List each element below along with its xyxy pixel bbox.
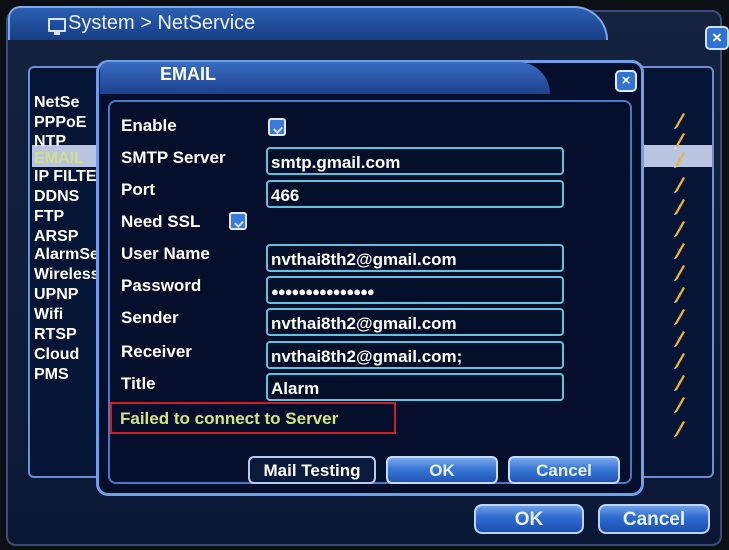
pencil-icon[interactable] <box>672 149 686 169</box>
need-ssl-checkbox[interactable] <box>229 212 247 230</box>
pencil-icon[interactable] <box>672 328 686 348</box>
smtp-server-label: SMTP Server <box>121 148 226 167</box>
title-input[interactable]: Alarm <box>266 373 564 401</box>
mail-testing-button[interactable]: Mail Testing <box>248 456 376 484</box>
receiver-input[interactable]: nvthai8th2@gmail.com; <box>266 341 564 369</box>
pencil-icon[interactable] <box>672 284 686 304</box>
title-label: Title <box>121 374 156 393</box>
receiver-label: Receiver <box>121 342 192 361</box>
ok-button[interactable]: OK <box>386 456 498 484</box>
password-label: Password <box>121 276 202 295</box>
close-icon[interactable]: × <box>615 70 637 92</box>
pencil-icon[interactable] <box>672 240 686 260</box>
pencil-icon[interactable] <box>672 110 686 130</box>
pencil-icon[interactable] <box>672 196 686 216</box>
list-header: NetSe <box>34 94 80 111</box>
pencil-icon[interactable] <box>672 218 686 238</box>
pencil-icon[interactable] <box>672 418 686 438</box>
outer-ok-button[interactable]: OK <box>474 504 584 534</box>
window-title: System > NetService <box>68 12 256 34</box>
pencil-icon[interactable] <box>672 130 686 150</box>
dialog-title: EMAIL <box>160 64 216 84</box>
username-input[interactable]: nvthai8th2@gmail.com <box>266 244 564 272</box>
close-icon[interactable]: × <box>705 26 729 50</box>
enable-label: Enable <box>121 116 177 135</box>
pencil-icon[interactable] <box>672 262 686 282</box>
pencil-icon[interactable] <box>672 394 686 414</box>
need-ssl-label: Need SSL <box>121 212 201 231</box>
pencil-icon[interactable] <box>672 306 686 326</box>
outer-cancel-button[interactable]: Cancel <box>598 504 710 534</box>
password-input[interactable]: ●●●●●●●●●●●●●●● <box>266 276 564 304</box>
pencil-icon[interactable] <box>672 174 686 194</box>
port-input[interactable]: 466 <box>266 180 564 208</box>
port-label: Port <box>121 180 155 199</box>
sender-label: Sender <box>121 308 179 327</box>
sender-input[interactable]: nvthai8th2@gmail.com <box>266 308 564 336</box>
pencil-icon[interactable] <box>672 350 686 370</box>
smtp-server-input[interactable]: smtp.gmail.com <box>266 147 564 175</box>
username-label: User Name <box>121 244 210 263</box>
monitor-icon <box>48 18 66 35</box>
pencil-icon[interactable] <box>672 372 686 392</box>
enable-checkbox[interactable] <box>268 118 286 136</box>
status-message: Failed to connect to Server <box>110 402 396 434</box>
cancel-button[interactable]: Cancel <box>508 456 620 484</box>
